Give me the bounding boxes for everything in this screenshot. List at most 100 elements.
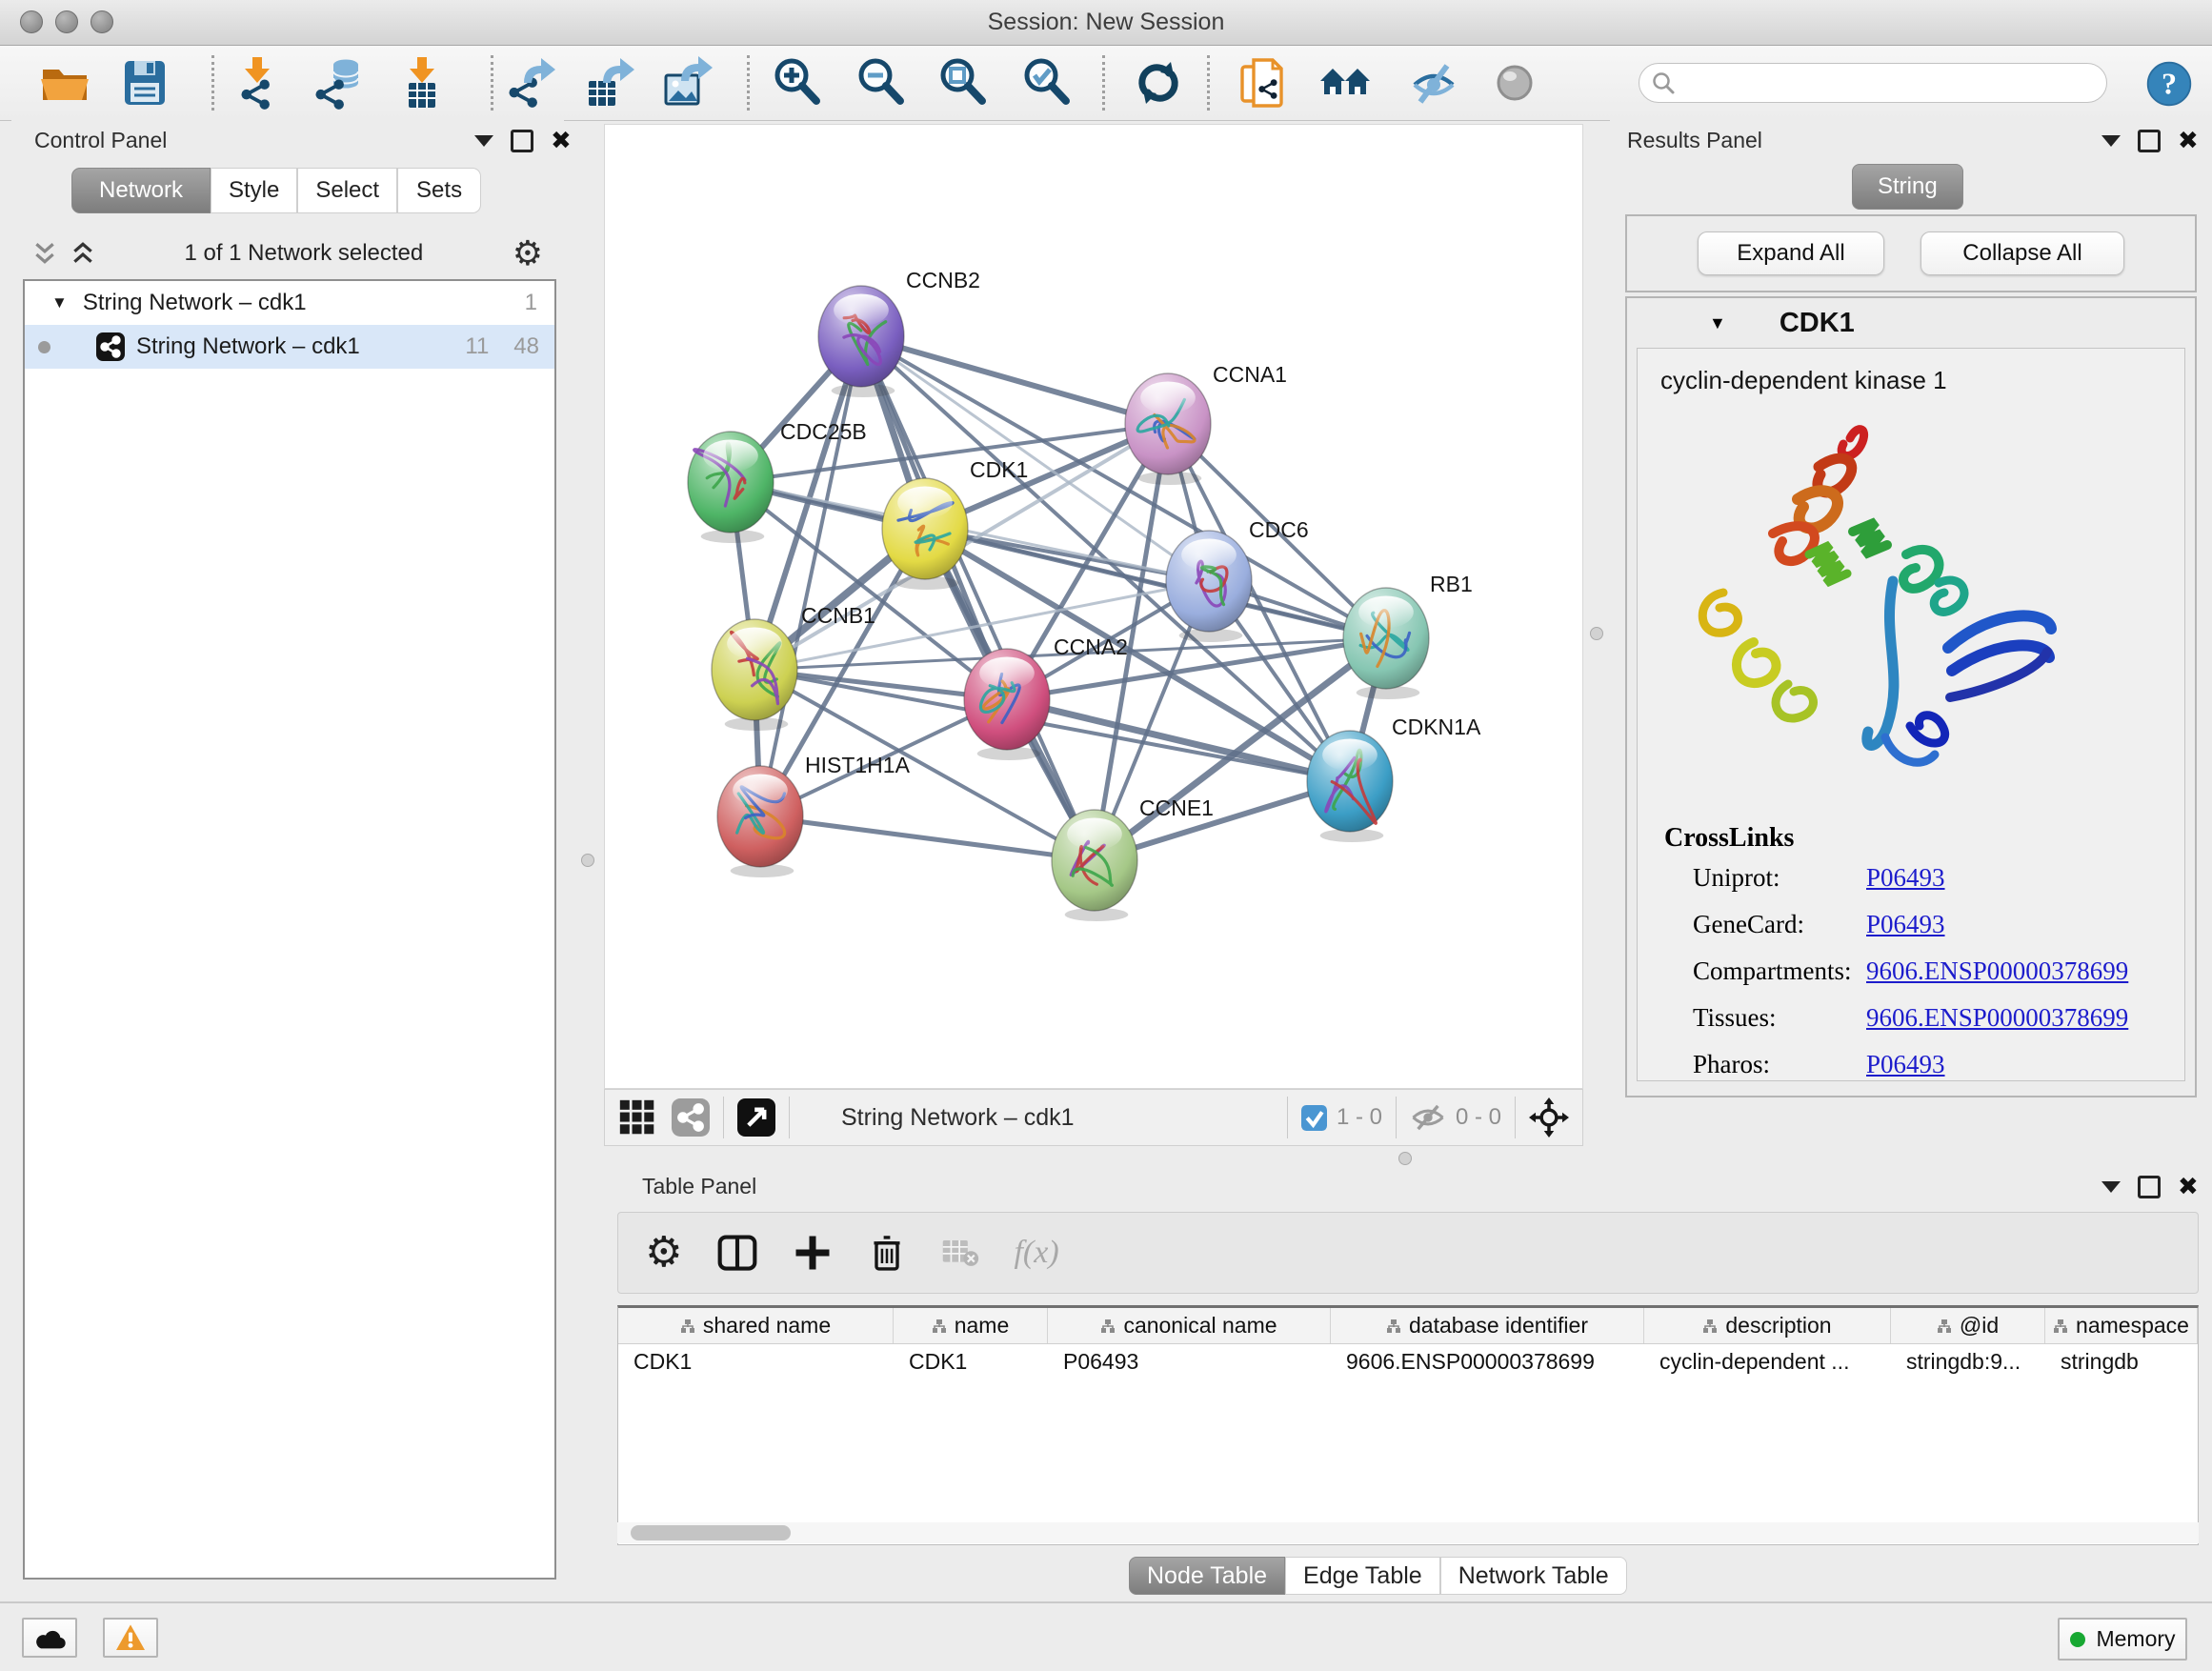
warnings-button[interactable] (103, 1618, 158, 1658)
table-hscrollbar[interactable] (617, 1522, 2199, 1543)
network-options-gear-icon[interactable]: ⚙ (513, 234, 543, 273)
table-row[interactable]: CDK1CDK1P064939606.ENSP00000378699cyclin… (618, 1344, 2198, 1379)
network-share-icon[interactable] (672, 1098, 710, 1137)
panel-menu-icon[interactable] (2101, 1181, 2121, 1193)
tab-node-table[interactable]: Node Table (1129, 1557, 1285, 1595)
crosslink-value-link[interactable]: P06493 (1866, 910, 1945, 939)
help-button[interactable]: ? (2145, 60, 2193, 108)
collapse-all-icon[interactable] (32, 241, 57, 266)
table-options-gear-icon[interactable]: ⚙ (645, 1232, 682, 1274)
crosslink-value-link[interactable]: 9606.ENSP00000378699 (1866, 956, 2128, 986)
preview-eye-icon[interactable] (1488, 56, 1541, 110)
tab-select[interactable]: Select (297, 168, 397, 213)
network-node-CCNA1[interactable]: CCNA1 (1125, 362, 1287, 485)
search-input[interactable] (1683, 70, 2106, 96)
delete-column-icon[interactable] (867, 1232, 907, 1274)
zoom-in-icon[interactable] (772, 56, 825, 110)
right-splitter-handle[interactable] (1590, 627, 1603, 640)
gene-disclosure-icon[interactable]: ▼ (1709, 313, 1726, 333)
network-tree-toolbar: 1 of 1 Network selected ⚙ (32, 232, 543, 274)
left-splitter-handle[interactable] (581, 854, 594, 867)
column-header-description[interactable]: description (1644, 1308, 1891, 1343)
crosslink-value-link[interactable]: P06493 (1866, 863, 1945, 893)
zoom-out-icon[interactable] (855, 56, 909, 110)
show-columns-icon[interactable] (716, 1232, 758, 1274)
column-header-shared-name[interactable]: shared name (618, 1308, 894, 1343)
pan-crosshair-icon[interactable] (1529, 1097, 1569, 1137)
tab-edge-table[interactable]: Edge Table (1285, 1557, 1440, 1595)
column-header-name[interactable]: name (894, 1308, 1048, 1343)
column-header-database-identifier[interactable]: database identifier (1331, 1308, 1644, 1343)
panel-close-icon[interactable]: ✖ (2178, 132, 2199, 150)
expand-all-icon[interactable] (70, 241, 95, 266)
function-builder-icon[interactable]: f(x) (1014, 1235, 1058, 1271)
panel-float-icon[interactable] (2138, 1176, 2161, 1198)
string-home-icon[interactable] (1318, 56, 1372, 110)
network-edge[interactable] (760, 816, 1095, 860)
toolbar-separator (1396, 1097, 1397, 1138)
network-node-CCNA2[interactable]: CCNA2 (964, 634, 1128, 760)
tab-sets[interactable]: Sets (397, 168, 481, 213)
network-row[interactable]: String Network – cdk1 11 48 (25, 325, 554, 369)
import-database-icon[interactable] (312, 56, 365, 110)
export-image-icon[interactable] (661, 56, 714, 110)
protein-structure-image (1666, 412, 2085, 793)
selected-checkbox-icon[interactable] (1301, 1105, 1327, 1131)
create-column-icon[interactable] (793, 1233, 833, 1273)
crosslink-value-link[interactable]: P06493 (1866, 1050, 1945, 1079)
export-table-icon[interactable] (583, 56, 636, 110)
panel-menu-icon[interactable] (2101, 135, 2121, 147)
zoom-fit-icon[interactable] (937, 56, 991, 110)
column-header--id[interactable]: @id (1891, 1308, 2045, 1343)
network-node-CDKN1A[interactable]: CDKN1A (1307, 715, 1481, 842)
hide-panels-icon[interactable] (1407, 56, 1460, 110)
expand-all-button[interactable]: Expand All (1698, 232, 1884, 275)
hidden-eye-icon[interactable] (1410, 1102, 1446, 1133)
share-document-icon[interactable] (1237, 56, 1291, 110)
collapse-all-button[interactable]: Collapse All (1920, 232, 2124, 275)
node-label-CCNE1: CCNE1 (1139, 795, 1214, 820)
panel-float-icon[interactable] (2138, 130, 2161, 152)
network-node-CCNB2[interactable]: CCNB2 (818, 268, 980, 397)
network-canvas[interactable]: CCNB2CCNA1CDC25BCDK1CDC6RB1CCNB1CCNA2CDK… (604, 124, 1583, 1089)
crosslink-value-link[interactable]: 9606.ENSP00000378699 (1866, 1003, 2128, 1033)
tab-network[interactable]: Network (71, 168, 211, 213)
bottom-splitter-handle[interactable] (1398, 1152, 1412, 1165)
network-node-CDC25B[interactable]: CDC25B (688, 419, 867, 543)
network-node-CCNB1[interactable]: CCNB1 (712, 603, 875, 731)
refresh-layout-icon[interactable] (1132, 56, 1185, 110)
table-cell: stringdb:9... (1891, 1344, 2045, 1379)
tab-network-table[interactable]: Network Table (1440, 1557, 1627, 1595)
export-network-icon[interactable] (505, 56, 558, 110)
panel-float-icon[interactable] (511, 130, 533, 152)
import-network-icon[interactable] (231, 56, 284, 110)
grid-view-icon[interactable] (618, 1098, 656, 1137)
column-header-canonical-name[interactable]: canonical name (1048, 1308, 1331, 1343)
column-header-namespace[interactable]: namespace (2045, 1308, 2198, 1343)
network-edge[interactable] (861, 336, 1095, 860)
collection-disclosure-icon[interactable]: ▼ (51, 293, 68, 312)
search-field[interactable] (1639, 63, 2107, 103)
network-collection-row[interactable]: ▼ String Network – cdk1 1 (25, 281, 554, 325)
scrollbar-thumb[interactable] (631, 1525, 791, 1540)
results-panel-title: Results Panel (1627, 128, 1762, 153)
gene-section-header[interactable]: ▼ CDK1 (1627, 298, 2195, 348)
network-edge[interactable] (1007, 699, 1350, 781)
panel-close-icon[interactable]: ✖ (551, 132, 572, 150)
save-session-icon[interactable] (118, 56, 171, 110)
network-node-RB1[interactable]: RB1 (1343, 572, 1473, 699)
delete-table-icon[interactable] (941, 1237, 979, 1269)
tab-style[interactable]: Style (211, 168, 297, 213)
import-table-icon[interactable] (395, 56, 449, 110)
network-node-CCNE1[interactable]: CCNE1 (1052, 795, 1214, 921)
network-edge[interactable] (760, 336, 861, 816)
cloud-button[interactable] (22, 1618, 77, 1658)
zoom-selected-icon[interactable] (1021, 56, 1075, 110)
network-node-HIST1H1A[interactable]: HIST1H1A (717, 753, 911, 877)
panel-close-icon[interactable]: ✖ (2178, 1178, 2199, 1196)
open-session-icon[interactable] (38, 56, 91, 110)
panel-menu-icon[interactable] (474, 135, 493, 147)
tab-string[interactable]: String (1852, 164, 1963, 210)
memory-button[interactable]: Memory (2058, 1618, 2187, 1661)
detach-view-icon[interactable] (737, 1098, 775, 1137)
